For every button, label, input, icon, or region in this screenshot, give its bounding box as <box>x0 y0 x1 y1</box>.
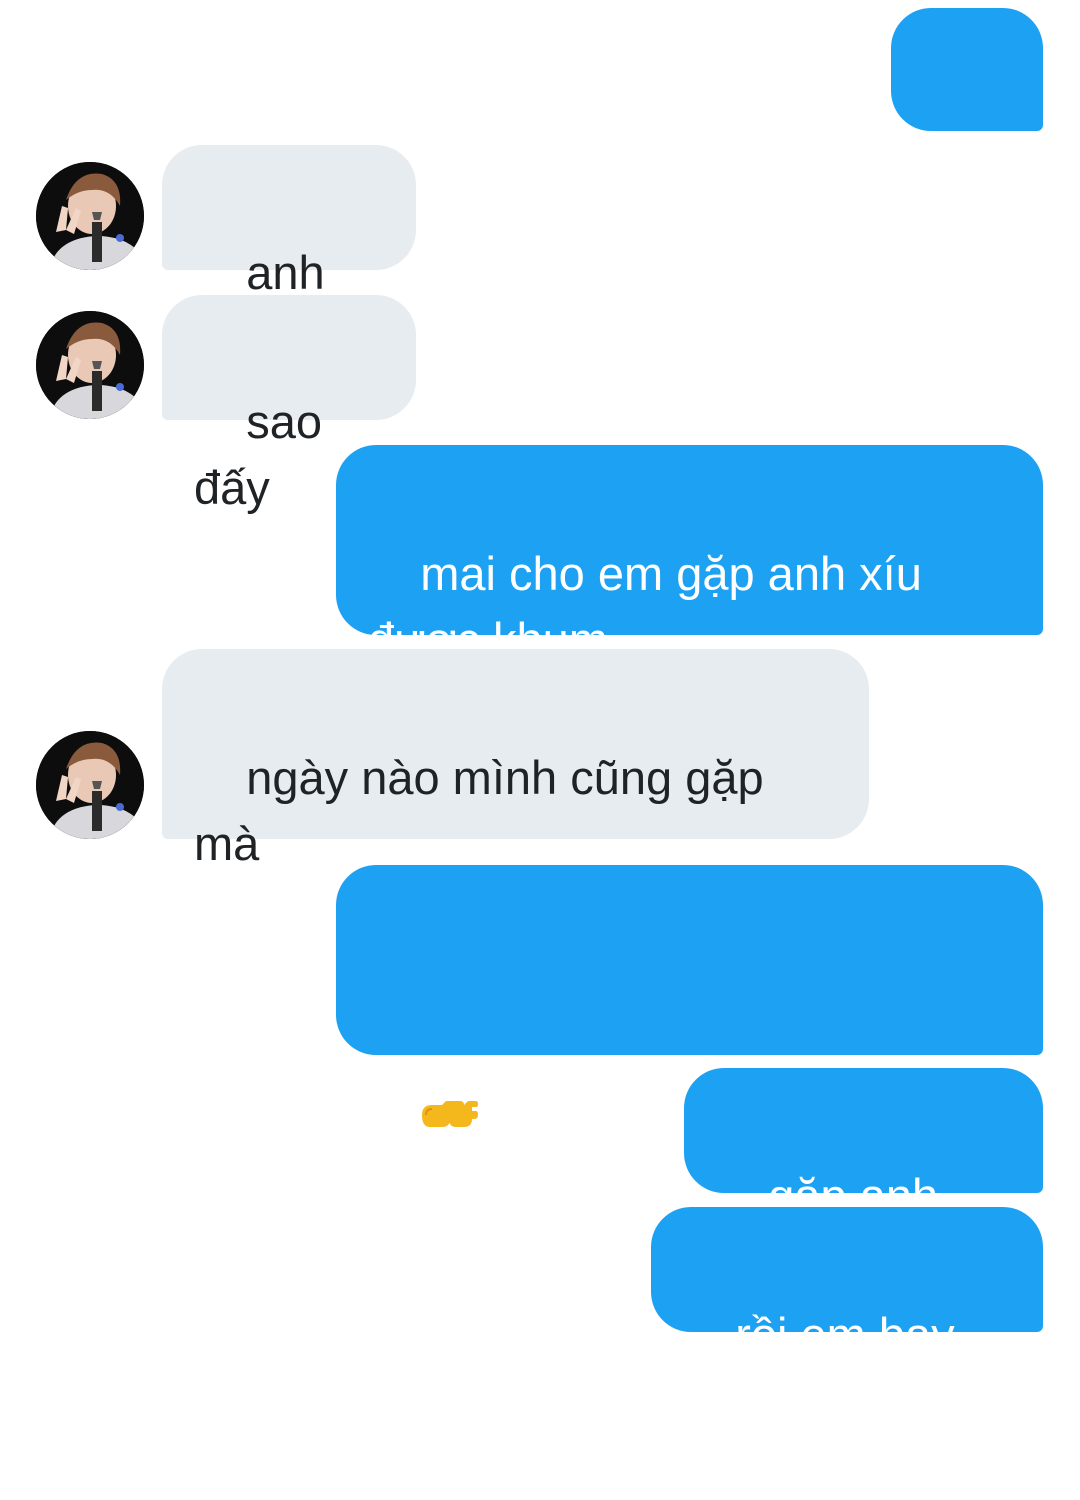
message-bubble-incoming[interactable]: sao đấy <box>162 295 416 514</box>
message-bubble-outgoing[interactable]: rồi em bay ad <box>651 1207 1043 1427</box>
message-text: anh <box>923 174 1002 227</box>
message-bubble-outgoing[interactable]: anh <box>891 8 1043 227</box>
message-bubble-outgoing[interactable]: mai cho em gặp anh xíu được khum <box>336 445 1043 666</box>
avatar-photo <box>36 162 144 270</box>
message-bubble-outgoing[interactable]: gặp anh xíu <box>684 1068 1043 1288</box>
contact-avatar[interactable] <box>36 162 144 270</box>
message-text: rồi em bay ad <box>683 1308 968 1427</box>
conversation-thread: anh anh đây sa <box>0 0 1080 1427</box>
message-text: ngày nào mình cũng gặp mà <box>194 751 764 870</box>
message-bubble-incoming[interactable]: ngày nào mình cũng gặp mà <box>162 649 869 870</box>
avatar-photo <box>36 731 144 839</box>
contact-avatar[interactable] <box>36 311 144 419</box>
contact-avatar[interactable] <box>36 731 144 839</box>
pointing-right-hand-icon <box>420 961 482 1127</box>
message-bubble-outgoing[interactable]: ý là mai em phải về quê <box>336 865 1043 1322</box>
message-bubble-incoming[interactable]: anh đây <box>162 145 416 365</box>
message-text: sao đấy <box>194 395 336 514</box>
avatar-photo <box>36 311 144 419</box>
